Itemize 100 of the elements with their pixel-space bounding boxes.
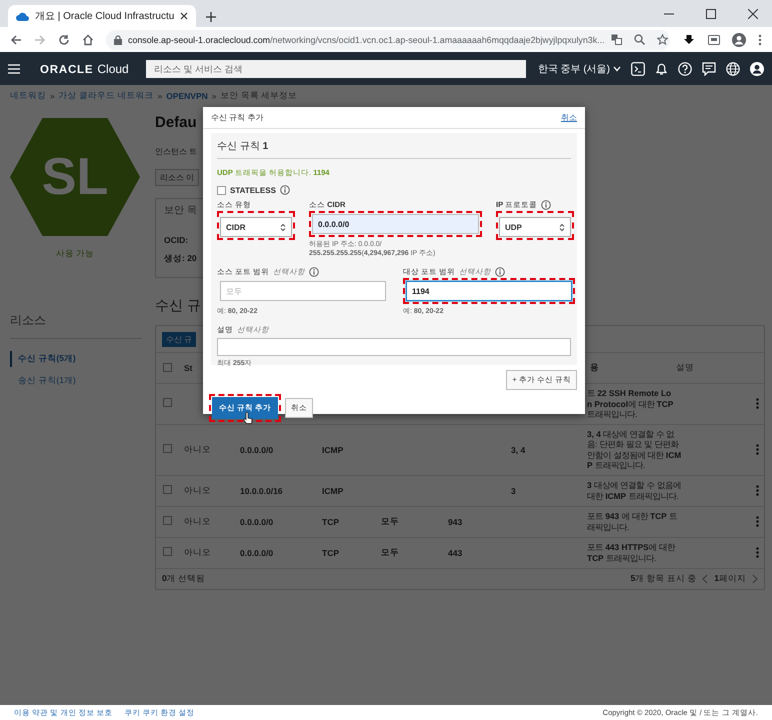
table-cell-text: 아니오 — [183, 516, 212, 528]
description-field[interactable] — [217, 338, 571, 356]
checkbox[interactable] — [163, 362, 172, 372]
section-title: 수신 규 — [155, 297, 201, 315]
input-field[interactable]: 모두 — [220, 281, 386, 301]
column-header: 용 — [589, 362, 600, 374]
zoom-icon[interactable] — [634, 34, 645, 45]
breadcrumb-separator: » — [212, 91, 217, 101]
help-icon[interactable] — [678, 62, 692, 76]
table-cell-text: 아니오 — [183, 546, 212, 558]
table-cell-text: 아니오 — [183, 484, 212, 496]
table-cell-text: 포트 943 에 대한 TCP 트 래픽입니다. — [587, 510, 677, 534]
table-cell-text: 아니오 — [183, 444, 212, 456]
bell-icon[interactable] — [655, 62, 668, 76]
table-cell-text: ICMP — [321, 444, 344, 454]
table-cell-text: 0.0.0.0/0 — [239, 548, 274, 558]
hand-cursor-icon — [243, 412, 253, 425]
cloud-icon — [16, 12, 29, 20]
table-cell-text: 0.0.0.0/0 — [239, 516, 274, 526]
column-header: 설명 — [675, 362, 695, 374]
table-cell-text: 3 대상에 연결할 수 없음에 대한 ICMP 트래픽입니다. — [587, 479, 681, 502]
table-cell-text: 3, 4 — [510, 444, 526, 454]
table-cell-text: 3 — [510, 486, 517, 496]
info-icon[interactable] — [541, 200, 552, 210]
checkbox[interactable] — [163, 485, 172, 494]
table-cell-text: 포트 443 HTTPS에 대한 TCP 트래픽입니다. — [587, 541, 675, 564]
maximize-icon[interactable] — [706, 8, 716, 18]
updown-icon — [280, 222, 286, 232]
checkbox[interactable] — [163, 444, 172, 453]
more-icon[interactable] — [753, 547, 759, 558]
updown-icon — [559, 222, 565, 232]
terminal-icon[interactable] — [631, 62, 645, 76]
more-icon[interactable] — [753, 516, 759, 527]
rule-title: 수신 규칙 1 — [217, 139, 571, 159]
back-icon[interactable] — [10, 34, 22, 46]
table-cell-text: TCP — [321, 548, 340, 558]
table-cell-text: 10.0.0.0/16 — [239, 486, 284, 496]
panel-title: 보안 목 — [164, 204, 198, 217]
more-icon[interactable] — [753, 485, 759, 496]
new-tab-icon[interactable] — [206, 12, 216, 22]
logo-product: Cloud — [97, 62, 129, 76]
table-cell-text: 943 — [447, 516, 464, 526]
table-cell-text: TCP — [321, 516, 340, 526]
profile-icon[interactable] — [732, 32, 746, 46]
column-header: St — [183, 363, 194, 373]
star-icon[interactable] — [656, 34, 668, 45]
page-number: 1페이지 — [714, 572, 746, 584]
page-title: Defau — [155, 114, 197, 131]
dialog-title: 수신 규칙 추가 — [211, 112, 264, 123]
chat-icon[interactable] — [702, 62, 716, 76]
field-label: 생성: 20 — [164, 253, 198, 265]
checkbox[interactable] — [217, 186, 226, 194]
dropdown[interactable]: UDP — [499, 217, 571, 237]
extension-icon[interactable] — [708, 34, 720, 44]
page-subtitle: 인스턴스 트 — [155, 146, 198, 157]
globe-icon[interactable] — [726, 62, 740, 76]
browser-tab[interactable]: 개요 | Oracle Cloud Infrastructu — [8, 5, 196, 27]
table-cell-text: ICMP — [321, 486, 344, 496]
lock-icon — [114, 34, 122, 44]
more-icon[interactable] — [753, 444, 759, 455]
reload-icon[interactable] — [58, 34, 70, 46]
breadcrumb-current: 보안 목록 세부정보 — [220, 90, 298, 102]
checkbox[interactable] — [163, 516, 172, 525]
dropdown[interactable]: CIDR — [220, 217, 292, 237]
search-field[interactable]: 리소스 및 서비스 검색 — [146, 60, 526, 78]
selection-count: 0개 선택됨 — [162, 572, 206, 584]
field-label: OCID: — [164, 235, 190, 245]
table-cell-text: 모두 — [380, 516, 400, 528]
checkbox[interactable] — [163, 547, 172, 556]
chevron-down-icon — [613, 66, 621, 72]
tab-title: 개요 | Oracle Cloud Infrastructu — [35, 10, 174, 23]
user-icon[interactable] — [750, 62, 764, 76]
region-selector[interactable]: 한국 중부 (서울) — [538, 62, 621, 76]
table-cell-text: 443 — [447, 548, 464, 558]
action-button[interactable]: 리소스 이 — [155, 169, 200, 186]
input-field[interactable]: 0.0.0.0/0 — [312, 214, 479, 234]
checkbox-label: STATELESS — [230, 186, 276, 194]
breadcrumb-separator: » — [157, 91, 162, 101]
resources-heading: 리소스 — [10, 312, 142, 339]
table-cell-text: 0.0.0.0/0 — [239, 444, 274, 454]
info-icon[interactable] — [309, 266, 320, 276]
translate-icon[interactable] — [610, 34, 622, 45]
input-field[interactable]: 1194 — [406, 281, 572, 301]
home-icon[interactable] — [82, 34, 94, 46]
close-icon[interactable] — [748, 8, 758, 18]
info-icon[interactable] — [280, 185, 290, 195]
table-cell-text: 3, 4 대상에 연결할 수 없 음: 단편화 필요 및 단편화 안함이 설정됨에 대한 ICM P 트래픽입니다. — [587, 428, 682, 472]
checkbox[interactable] — [163, 398, 172, 408]
items-count: 5개 항목 표시 중 — [630, 572, 696, 584]
table-cell-text: 트 22 SSH Remote Lo n Protocol에 대한 TCP 트래픽입니다. — [587, 387, 674, 421]
logo-wordmark: ORACLE — [40, 64, 94, 76]
download-icon[interactable] — [682, 32, 696, 46]
more-icon[interactable] — [753, 398, 759, 410]
info-icon[interactable] — [495, 266, 506, 276]
cancel-link[interactable]: 취소 — [561, 112, 577, 123]
close-icon[interactable] — [180, 12, 188, 20]
status-label: 사용 가능 — [54, 248, 96, 260]
table-cell-text: 모두 — [380, 546, 400, 558]
menu-dots-icon[interactable] — [758, 34, 762, 46]
menu-icon[interactable] — [8, 64, 20, 74]
